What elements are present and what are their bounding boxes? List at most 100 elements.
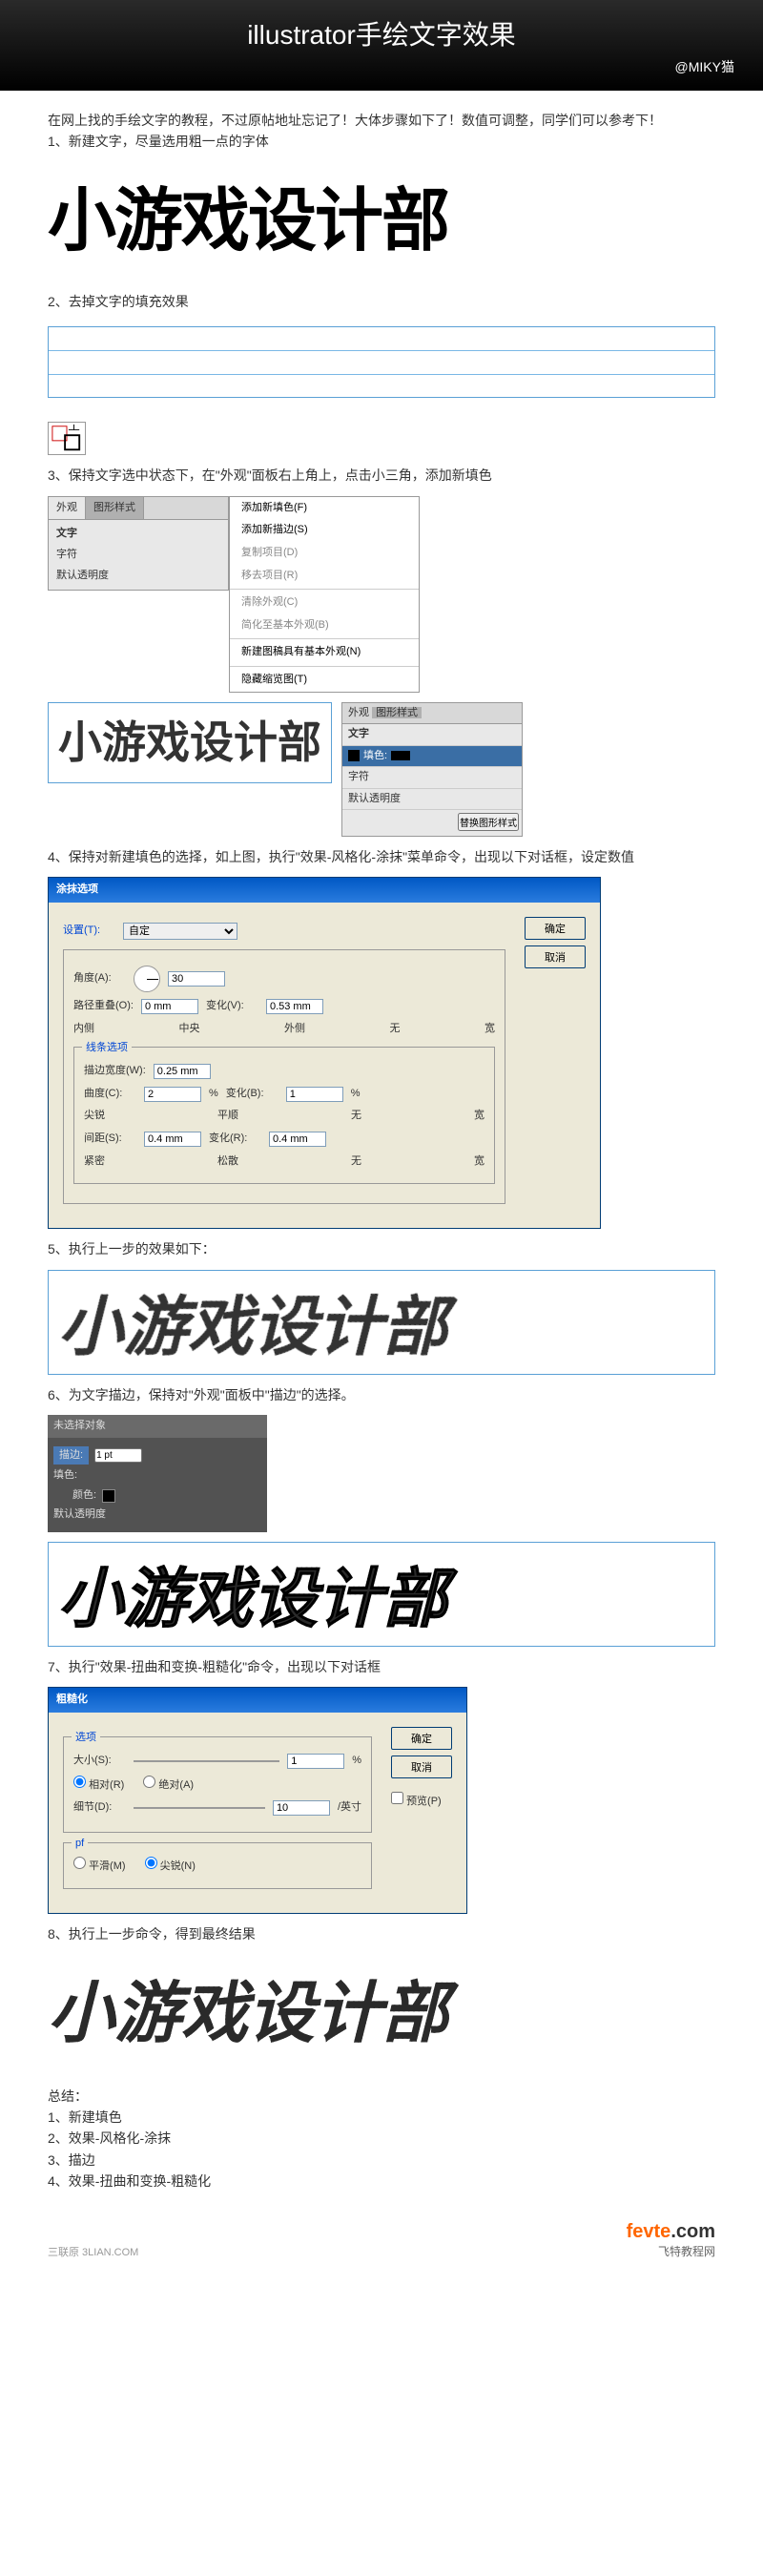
options-legend: 选项 — [72, 1730, 100, 1747]
lbl-wide: 宽 — [485, 1021, 495, 1038]
cancel-button[interactable]: 取消 — [525, 945, 586, 968]
menu-hide-thumb[interactable]: 隐藏缩览图(T) — [230, 669, 419, 692]
lbl-inside: 内侧 — [73, 1021, 94, 1038]
menu-add-stroke[interactable]: 添加新描边(S) — [230, 519, 419, 542]
size-input[interactable] — [287, 1754, 344, 1769]
curve-var-input[interactable] — [286, 1087, 343, 1102]
row-opacity[interactable]: 默认透明度 — [342, 789, 522, 811]
tab-appearance[interactable]: 外观 — [49, 497, 86, 520]
main-fieldset: 角度(A): 路径重叠(O): 变化(V): 内侧 中央 外侧 — [63, 949, 505, 1204]
panel-menu-row: 外观 图形样式 文字 字符 默认透明度 添加新填色(F) 添加新描边(S) 复制… — [48, 496, 715, 693]
setting-label: 设置(T): — [63, 923, 115, 940]
step4-label: 4、保持对新建填色的选择，如上图，执行"效果-风格化-涂抹"菜单命令，出现以下对… — [48, 846, 715, 867]
setting-select[interactable]: 自定 — [123, 923, 237, 940]
footer-left: 三联原 3LIAN.COM — [48, 2244, 138, 2259]
menu-duplicate[interactable]: 复制项目(D) — [230, 542, 419, 565]
item-opacity[interactable]: 默认透明度 — [52, 566, 224, 587]
absolute-radio[interactable]: 绝对(A) — [143, 1776, 194, 1795]
tab-styles-2[interactable]: 图形样式 — [372, 707, 422, 718]
item-text[interactable]: 文字 — [52, 524, 224, 545]
space-var-input[interactable] — [269, 1132, 326, 1147]
stroke-row[interactable]: 描边: — [53, 1446, 89, 1465]
stroke-panel: 未选择对象 描边: 填色: 颜色: 默认透明度 — [48, 1415, 267, 1532]
detail-input[interactable] — [273, 1800, 330, 1816]
content-area: 在网上找的手绘文字的教程，不过原帖地址忘记了！大体步骤如下了！数值可调整，同学们… — [0, 91, 763, 2212]
pf-fieldset: pf 平滑(M) 尖锐(N) — [63, 1842, 372, 1890]
swap-fill-stroke-icon — [48, 422, 86, 455]
roughen-title: 粗糙化 — [49, 1688, 466, 1713]
step2-label: 2、去掉文字的填充效果 — [48, 291, 715, 312]
summary-3: 3、描边 — [48, 2150, 715, 2171]
smooth-radio[interactable]: 平滑(M) — [73, 1857, 126, 1876]
relative-radio[interactable]: 相对(R) — [73, 1776, 124, 1795]
angle-dial-icon[interactable] — [134, 966, 160, 992]
lbl-sharp: 尖锐 — [84, 1108, 105, 1125]
ok-button-2[interactable]: 确定 — [391, 1727, 452, 1750]
scribble-result: 小游戏设计部 — [48, 1270, 715, 1375]
line-legend: 线条选项 — [82, 1040, 132, 1057]
color-label: 颜色: — [72, 1487, 96, 1505]
sample-text-bold: 小游戏设计部 — [48, 167, 715, 277]
detail-label: 细节(D): — [73, 1799, 126, 1817]
pf-legend: pf — [72, 1836, 88, 1853]
step7-label: 7、执行"效果-扭曲和变换-粗糙化"命令，出现以下对话框 — [48, 1656, 715, 1677]
stroke-width-input[interactable] — [94, 1448, 142, 1463]
step8-label: 8、执行上一步命令，得到最终结果 — [48, 1923, 715, 1944]
menu-new-basic[interactable]: 新建图稿具有基本外观(N) — [230, 641, 419, 664]
scribble-dialog: 涂抹选项 设置(T): 自定 角度(A): 路径重叠(O): 变化 — [48, 877, 601, 1229]
summary-title: 总结： — [48, 2086, 715, 2107]
brand-sub: 飞特教程网 — [627, 2243, 715, 2259]
dialog-title: 涂抹选项 — [49, 878, 600, 903]
author-credit: @MIKY猫 — [0, 57, 763, 76]
replace-style-button[interactable]: 替换图形样式 — [458, 813, 519, 831]
menu-remove[interactable]: 移去项目(R) — [230, 565, 419, 588]
row-text[interactable]: 文字 — [342, 724, 522, 746]
corner-radio[interactable]: 尖锐(N) — [145, 1857, 196, 1876]
text-with-panel: 小游戏设计部 外观 图形样式 文字 填色: 字符 默认透明度 替换图形样式 — [48, 702, 715, 838]
lbl-center: 中央 — [179, 1021, 200, 1038]
curve-label: 曲度(C): — [84, 1086, 136, 1103]
curve-var-label: 变化(B): — [226, 1086, 278, 1103]
menu-clear[interactable]: 清除外观(C) — [230, 592, 419, 614]
opacity-row[interactable]: 默认透明度 — [53, 1506, 261, 1524]
summary-1: 1、新建填色 — [48, 2107, 715, 2128]
brand-suffix: .com — [670, 2221, 715, 2242]
preview-checkbox[interactable]: 预览(P) — [391, 1792, 452, 1811]
cancel-button-2[interactable]: 取消 — [391, 1755, 452, 1778]
final-result: 小游戏设计部 — [48, 1960, 715, 2067]
offset-var-label: 变化(V): — [206, 998, 258, 1015]
tab-graphic-styles[interactable]: 图形样式 — [86, 497, 144, 520]
lbl-none3: 无 — [351, 1153, 361, 1171]
width-label: 描边宽度(W): — [84, 1063, 146, 1080]
step6-label: 6、为文字描边，保持对"外观"面板中"描边"的选择。 — [48, 1384, 715, 1405]
offset-label: 路径重叠(O): — [73, 998, 134, 1015]
menu-add-fill[interactable]: 添加新填色(F) — [230, 497, 419, 520]
lbl-none: 无 — [390, 1021, 401, 1038]
space-input[interactable] — [144, 1132, 201, 1147]
size-label: 大小(S): — [73, 1753, 126, 1770]
item-char[interactable]: 字符 — [52, 545, 224, 566]
space-label: 间距(S): — [84, 1131, 136, 1148]
row-fill[interactable]: 填色: — [342, 746, 522, 768]
page-footer: 三联原 3LIAN.COM fevte.com 飞特教程网 — [0, 2212, 763, 2278]
appearance-panel-2: 外观 图形样式 文字 填色: 字符 默认透明度 替换图形样式 — [341, 702, 523, 838]
fill-row[interactable]: 填色: — [53, 1467, 261, 1485]
menu-reduce[interactable]: 简化至基本外观(B) — [230, 614, 419, 637]
footer-logo: fevte.com 飞特教程网 — [627, 2221, 715, 2259]
line-fieldset: 线条选项 描边宽度(W): 曲度(C): % 变化(B): % — [73, 1047, 495, 1184]
brand-name: fevte — [627, 2221, 671, 2242]
angle-input[interactable] — [168, 971, 225, 987]
lbl-outside: 外侧 — [284, 1021, 305, 1038]
width-input[interactable] — [154, 1064, 211, 1079]
tab-appearance-2[interactable]: 外观 — [348, 707, 369, 718]
page-title: illustrator手绘文字效果 — [0, 14, 763, 52]
step3-label: 3、保持文字选中状态下，在"外观"面板右上角上，点击小三角，添加新填色 — [48, 465, 715, 486]
page-header: illustrator手绘文字效果 @MIKY猫 — [0, 0, 763, 91]
offset-var-input[interactable] — [266, 999, 323, 1014]
row-char[interactable]: 字符 — [342, 767, 522, 789]
summary-4: 4、效果-扭曲和变换-粗糙化 — [48, 2171, 715, 2192]
ok-button[interactable]: 确定 — [525, 917, 586, 940]
options-fieldset: 选项 大小(S): % 相对(R) 绝对(A) 细节(D): — [63, 1736, 372, 1833]
offset-input[interactable] — [141, 999, 198, 1014]
curve-input[interactable] — [144, 1087, 201, 1102]
